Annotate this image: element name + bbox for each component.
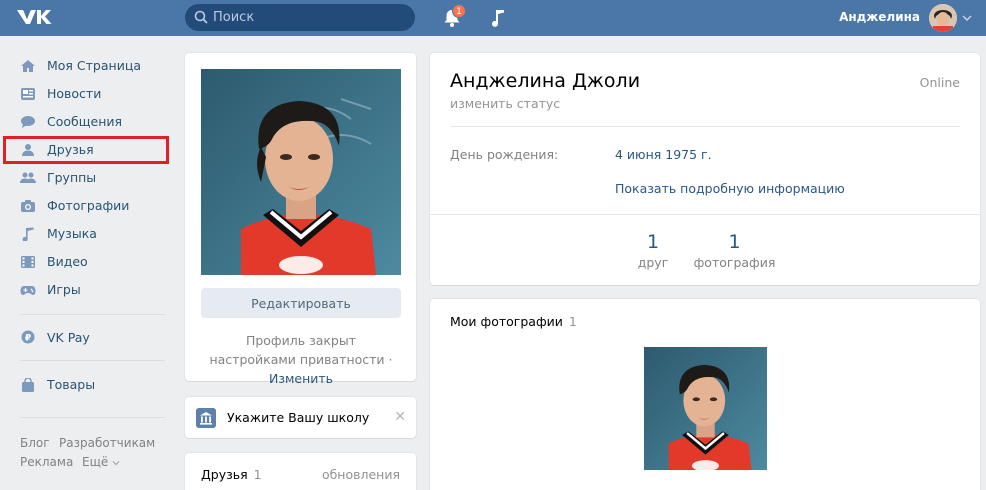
birthday-label: День рождения:: [450, 147, 559, 162]
footer-link-blog[interactable]: Блог: [20, 436, 50, 450]
vk-logo-icon[interactable]: [14, 6, 54, 30]
video-icon: [21, 256, 35, 268]
counter-number: 1: [646, 231, 660, 253]
close-icon[interactable]: ✕: [394, 409, 406, 425]
sidebar-item-my-page[interactable]: Моя Страница: [0, 52, 172, 80]
profile-photo-card: Редактировать Профиль закрыт настройками…: [185, 53, 416, 386]
friends-title-text: Друзья: [201, 467, 248, 482]
friends-icon: [22, 144, 34, 156]
home-icon: [21, 60, 35, 72]
top-header: 1 Анджелина: [0, 0, 986, 36]
search-icon: [194, 10, 208, 24]
music-note-icon[interactable]: [489, 8, 507, 28]
school-prompt-card[interactable]: Укажите Вашу школу ✕: [185, 397, 416, 438]
sidebar-item-news[interactable]: Новости: [0, 80, 172, 108]
online-status: Online: [919, 75, 960, 90]
my-photos-title-text: Мои фотографии: [450, 314, 563, 329]
my-photos-title[interactable]: Мои фотографии 1: [450, 314, 577, 329]
header-user-name[interactable]: Анджелина: [839, 10, 920, 24]
sidebar-nav: Моя Страница Новости Сообщения Друзья Гр…: [0, 52, 172, 304]
photo-thumbnail[interactable]: [644, 347, 767, 470]
sidebar-item-photos[interactable]: Фотографии: [0, 192, 172, 220]
footer-more-label: Ещё: [82, 455, 109, 469]
svg-text:₽: ₽: [25, 334, 31, 344]
games-icon: [20, 286, 36, 295]
sidebar-item-label: Игры: [47, 282, 81, 297]
messages-icon: [21, 116, 35, 128]
sidebar-item-label: Товары: [47, 377, 96, 392]
sidebar-item-label: Друзья: [47, 142, 94, 157]
friends-card: Друзья 1 обновления: [185, 453, 416, 490]
footer-link-developers[interactable]: Разработчикам: [59, 436, 155, 450]
my-photos-count: 1: [568, 314, 577, 329]
shopping-bag-icon: [22, 378, 34, 392]
chevron-down-icon[interactable]: [962, 14, 972, 22]
sidebar-item-groups[interactable]: Группы: [0, 164, 172, 192]
sidebar-item-label: Сообщения: [47, 114, 123, 129]
sidebar-item-label: Группы: [47, 170, 97, 185]
sidebar-item-label: Новости: [47, 86, 102, 101]
sidebar-item-messages[interactable]: Сообщения: [0, 108, 172, 136]
header-avatar[interactable]: [929, 4, 957, 32]
counters-divider: [430, 214, 980, 215]
my-photos-card: Мои фотографии 1: [430, 299, 980, 490]
profile-name: Анджелина Джоли: [450, 70, 641, 92]
notification-badge: 1: [452, 4, 466, 18]
search-box[interactable]: [185, 4, 415, 31]
change-status-link[interactable]: изменить статус: [450, 96, 560, 111]
show-more-info-link[interactable]: Показать подробную информацию: [615, 181, 845, 196]
sidebar-item-label: VK Pay: [47, 330, 90, 345]
sidebar-item-games[interactable]: Игры: [0, 276, 172, 304]
search-input[interactable]: [213, 9, 403, 26]
sidebar-item-label: Музыка: [47, 226, 97, 241]
friends-card-title[interactable]: Друзья 1: [201, 467, 262, 482]
chevron-down-icon: [112, 461, 120, 466]
camera-icon: [21, 200, 35, 212]
counter-friends[interactable]: 1 друг: [630, 231, 676, 270]
info-divider: [450, 126, 960, 127]
groups-icon: [20, 172, 36, 183]
counter-label: фотография: [693, 255, 776, 270]
sidebar-divider: [20, 417, 165, 418]
school-prompt-text: Укажите Вашу школу: [227, 410, 370, 425]
vkpay-icon: ₽: [21, 330, 35, 344]
counter-photos[interactable]: 1 фотография: [692, 231, 777, 270]
sidebar-item-label: Видео: [47, 254, 88, 269]
news-icon: [21, 88, 35, 100]
edit-profile-button[interactable]: Редактировать: [201, 288, 401, 318]
sidebar-item-video[interactable]: Видео: [0, 248, 172, 276]
friends-count: 1: [253, 467, 262, 482]
footer-link-ads[interactable]: Реклама: [20, 455, 73, 469]
privacy-text: Профиль закрыт настройками приватности: [209, 333, 385, 367]
profile-photo[interactable]: [201, 69, 401, 275]
sidebar-item-goods[interactable]: Товары: [0, 371, 172, 399]
footer-link-more[interactable]: Ещё: [82, 455, 120, 469]
privacy-separator: ·: [388, 352, 393, 367]
school-icon: [196, 408, 216, 428]
sidebar-item-label: Фотографии: [47, 198, 130, 213]
profile-info-card: Анджелина Джоли изменить статус Online Д…: [430, 53, 980, 285]
birthday-value[interactable]: 4 июня 1975 г.: [615, 147, 712, 162]
music-icon: [22, 227, 34, 241]
counter-number: 1: [728, 231, 741, 253]
sidebar-item-label: Моя Страница: [47, 58, 141, 73]
privacy-notice: Профиль закрыт настройками приватности ·…: [201, 331, 401, 388]
sidebar-divider: [20, 360, 165, 361]
sidebar-item-friends[interactable]: Друзья: [3, 136, 169, 164]
sidebar-item-vkpay[interactable]: ₽ VK Pay: [0, 324, 172, 352]
privacy-change-link[interactable]: Изменить: [269, 371, 333, 386]
sidebar-item-music[interactable]: Музыка: [0, 220, 172, 248]
counter-label: друг: [637, 255, 669, 270]
friends-updates-link[interactable]: обновления: [322, 467, 400, 482]
sidebar-divider: [20, 314, 165, 315]
